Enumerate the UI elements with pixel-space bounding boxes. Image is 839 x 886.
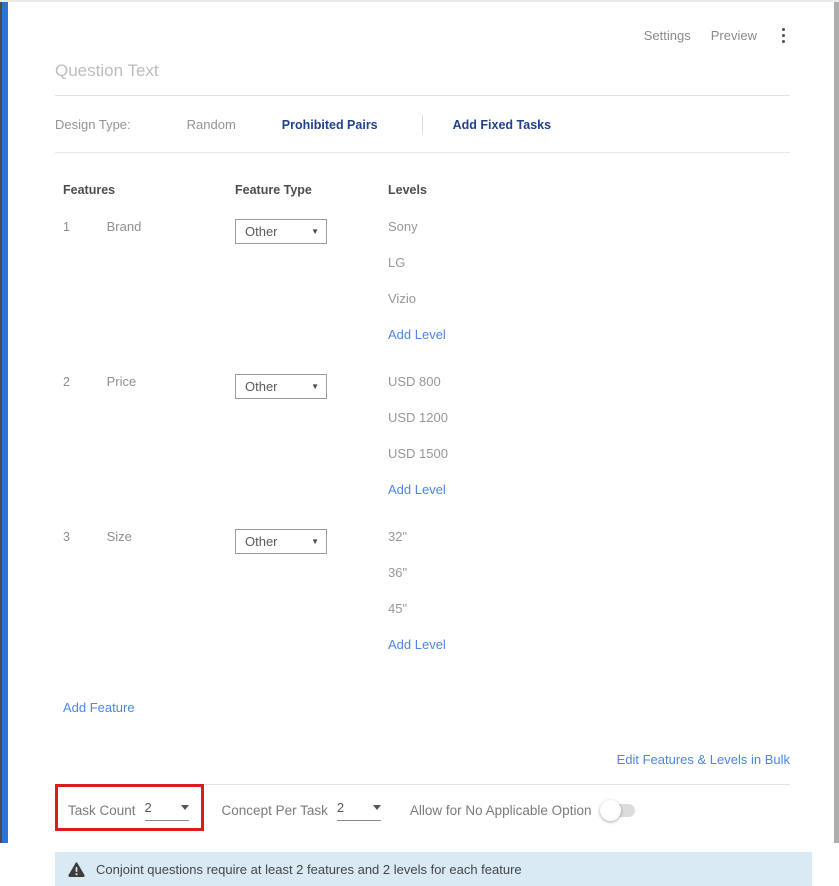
design-type-row: Design Type: Random Prohibited Pairs Add… (55, 96, 790, 153)
left-accent-bar (0, 2, 8, 843)
validation-message: Conjoint questions require at least 2 fe… (96, 862, 522, 877)
feature-type-select[interactable]: Other ▼ (235, 219, 327, 244)
task-count-label: Task Count (68, 803, 136, 818)
task-count-value: 2 (145, 800, 152, 815)
feature-name[interactable]: Price (107, 374, 137, 389)
level-item[interactable]: Sony (388, 219, 790, 255)
level-item[interactable]: LG (388, 255, 790, 291)
vertical-divider (422, 115, 423, 134)
dropdown-caret-icon (373, 805, 381, 810)
level-item[interactable]: 32" (388, 529, 790, 565)
feature-type-value: Other (245, 379, 278, 394)
validation-banner: Conjoint questions require at least 2 fe… (55, 852, 812, 886)
features-table: Features Feature Type Levels 1 Brand Oth… (55, 183, 790, 652)
bulk-edit-link[interactable]: Edit Features & Levels in Bulk (617, 752, 790, 767)
preview-link[interactable]: Preview (711, 28, 757, 43)
add-fixed-tasks-link[interactable]: Add Fixed Tasks (453, 118, 551, 132)
table-header-row: Features Feature Type Levels (55, 183, 790, 197)
bulk-edit-row: Edit Features & Levels in Bulk (55, 751, 790, 784)
no-applicable-option-label: Allow for No Applicable Option (410, 803, 592, 818)
level-item[interactable]: 36" (388, 565, 790, 601)
add-level-link[interactable]: Add Level (388, 637, 446, 652)
editor-content: Settings Preview Design Type: Random Pro… (55, 2, 790, 886)
feature-row-size: 3 Size Other ▼ 32" 36" 45" Add Level (55, 529, 790, 652)
level-item[interactable]: USD 800 (388, 374, 790, 410)
concept-per-task-dropdown[interactable]: 2 (337, 800, 381, 821)
conjoint-question-editor: Settings Preview Design Type: Random Pro… (0, 0, 839, 843)
feature-name[interactable]: Brand (107, 219, 142, 234)
level-item[interactable]: USD 1200 (388, 410, 790, 446)
add-level-link[interactable]: Add Level (388, 327, 446, 342)
level-item[interactable]: Vizio (388, 291, 790, 327)
no-applicable-option-toggle[interactable] (603, 804, 635, 817)
feature-type-select[interactable]: Other ▼ (235, 529, 327, 554)
dropdown-caret-icon (181, 805, 189, 810)
prohibited-pairs-link[interactable]: Prohibited Pairs (282, 118, 378, 132)
feature-type-select[interactable]: Other ▼ (235, 374, 327, 399)
concept-per-task-label: Concept Per Task (222, 803, 328, 818)
question-text-input[interactable] (55, 51, 790, 96)
feature-type-value: Other (245, 534, 278, 549)
add-feature-link[interactable]: Add Feature (63, 700, 135, 715)
dropdown-caret-icon: ▼ (311, 382, 319, 391)
kebab-menu-icon[interactable] (777, 26, 790, 45)
window-right-edge (834, 2, 839, 843)
task-count-dropdown[interactable]: 2 (145, 800, 189, 821)
design-type-label: Design Type: (55, 117, 131, 132)
level-item[interactable]: USD 1500 (388, 446, 790, 482)
task-settings-row: Task Count 2 Concept Per Task 2 Allow fo… (55, 784, 790, 840)
top-toolbar: Settings Preview (55, 2, 790, 45)
warning-icon (68, 862, 85, 877)
levels-column-header: Levels (388, 183, 790, 197)
dropdown-caret-icon: ▼ (311, 227, 319, 236)
level-item[interactable]: 45" (388, 601, 790, 637)
concept-per-task-value: 2 (337, 800, 344, 815)
feature-row-price: 2 Price Other ▼ USD 800 USD 1200 USD 150… (55, 374, 790, 497)
task-count-group: Task Count 2 (55, 800, 204, 821)
feature-row-brand: 1 Brand Other ▼ Sony LG Vizio Add Level (55, 219, 790, 342)
feature-number: 1 (63, 220, 103, 234)
add-level-link[interactable]: Add Level (388, 482, 446, 497)
feature-type-value: Other (245, 224, 278, 239)
toggle-knob (600, 800, 621, 821)
feature-number: 2 (63, 375, 103, 389)
settings-link[interactable]: Settings (644, 28, 691, 43)
no-applicable-option-group: Allow for No Applicable Option (410, 803, 636, 818)
design-type-value[interactable]: Random (187, 117, 236, 132)
dropdown-caret-icon: ▼ (311, 537, 319, 546)
feature-number: 3 (63, 530, 103, 544)
feature-type-column-header: Feature Type (235, 183, 388, 197)
feature-name[interactable]: Size (107, 529, 132, 544)
concept-per-task-group: Concept Per Task 2 (222, 800, 381, 821)
features-column-header: Features (63, 183, 235, 197)
